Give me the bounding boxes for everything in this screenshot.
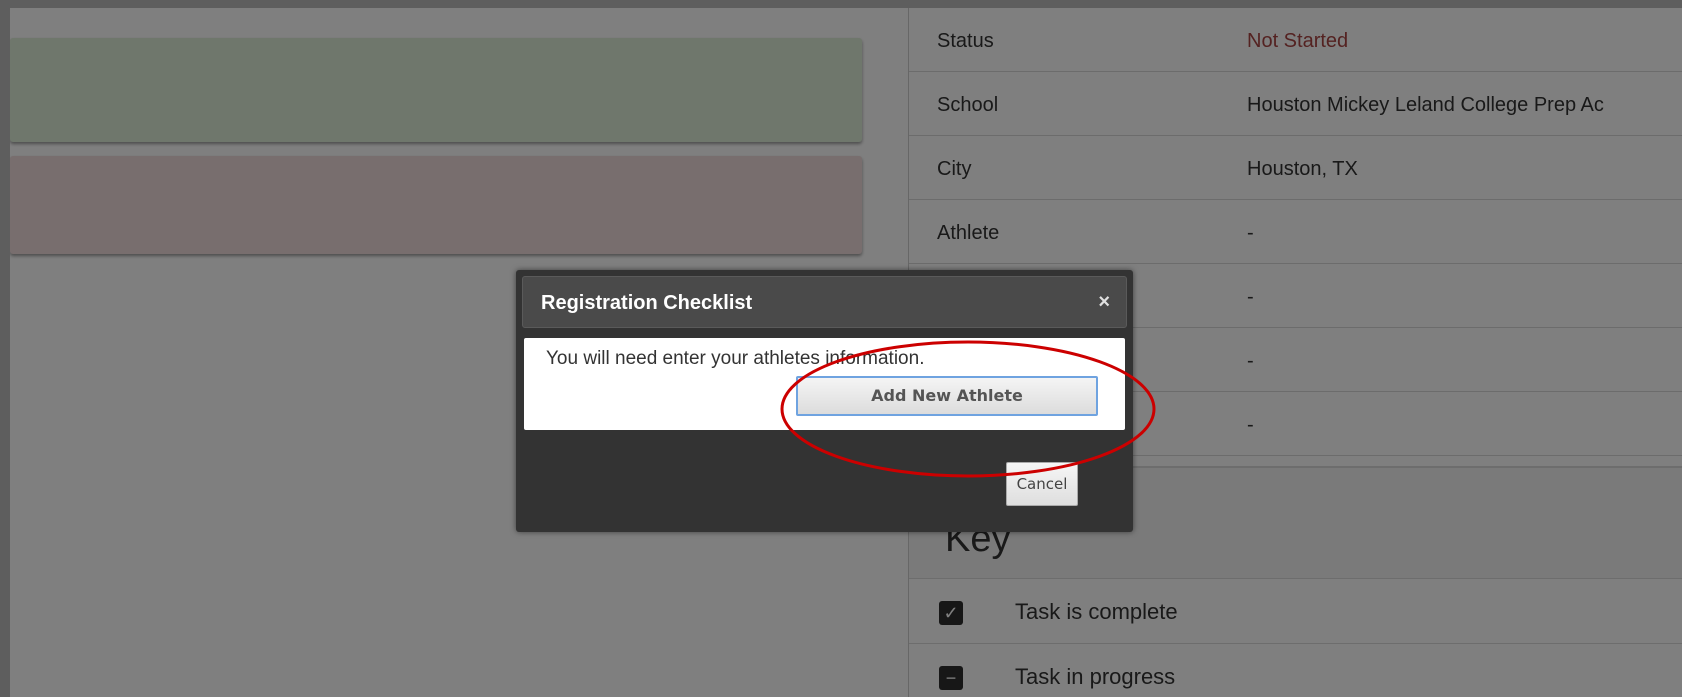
close-icon[interactable]: × bbox=[1098, 291, 1110, 314]
dialog-content: You will need enter your athletes inform… bbox=[524, 338, 1125, 430]
dialog-titlebar[interactable]: Registration Checklist × bbox=[522, 276, 1127, 328]
page: Status Not Started School Houston Mickey… bbox=[0, 0, 1682, 697]
cancel-button[interactable]: Cancel bbox=[1006, 462, 1078, 506]
dialog-message: You will need enter your athletes inform… bbox=[546, 348, 925, 369]
dialog-title: Registration Checklist bbox=[541, 292, 753, 314]
registration-checklist-dialog: Registration Checklist × You will need e… bbox=[516, 270, 1133, 532]
add-new-athlete-button[interactable]: Add New Athlete bbox=[796, 376, 1098, 416]
